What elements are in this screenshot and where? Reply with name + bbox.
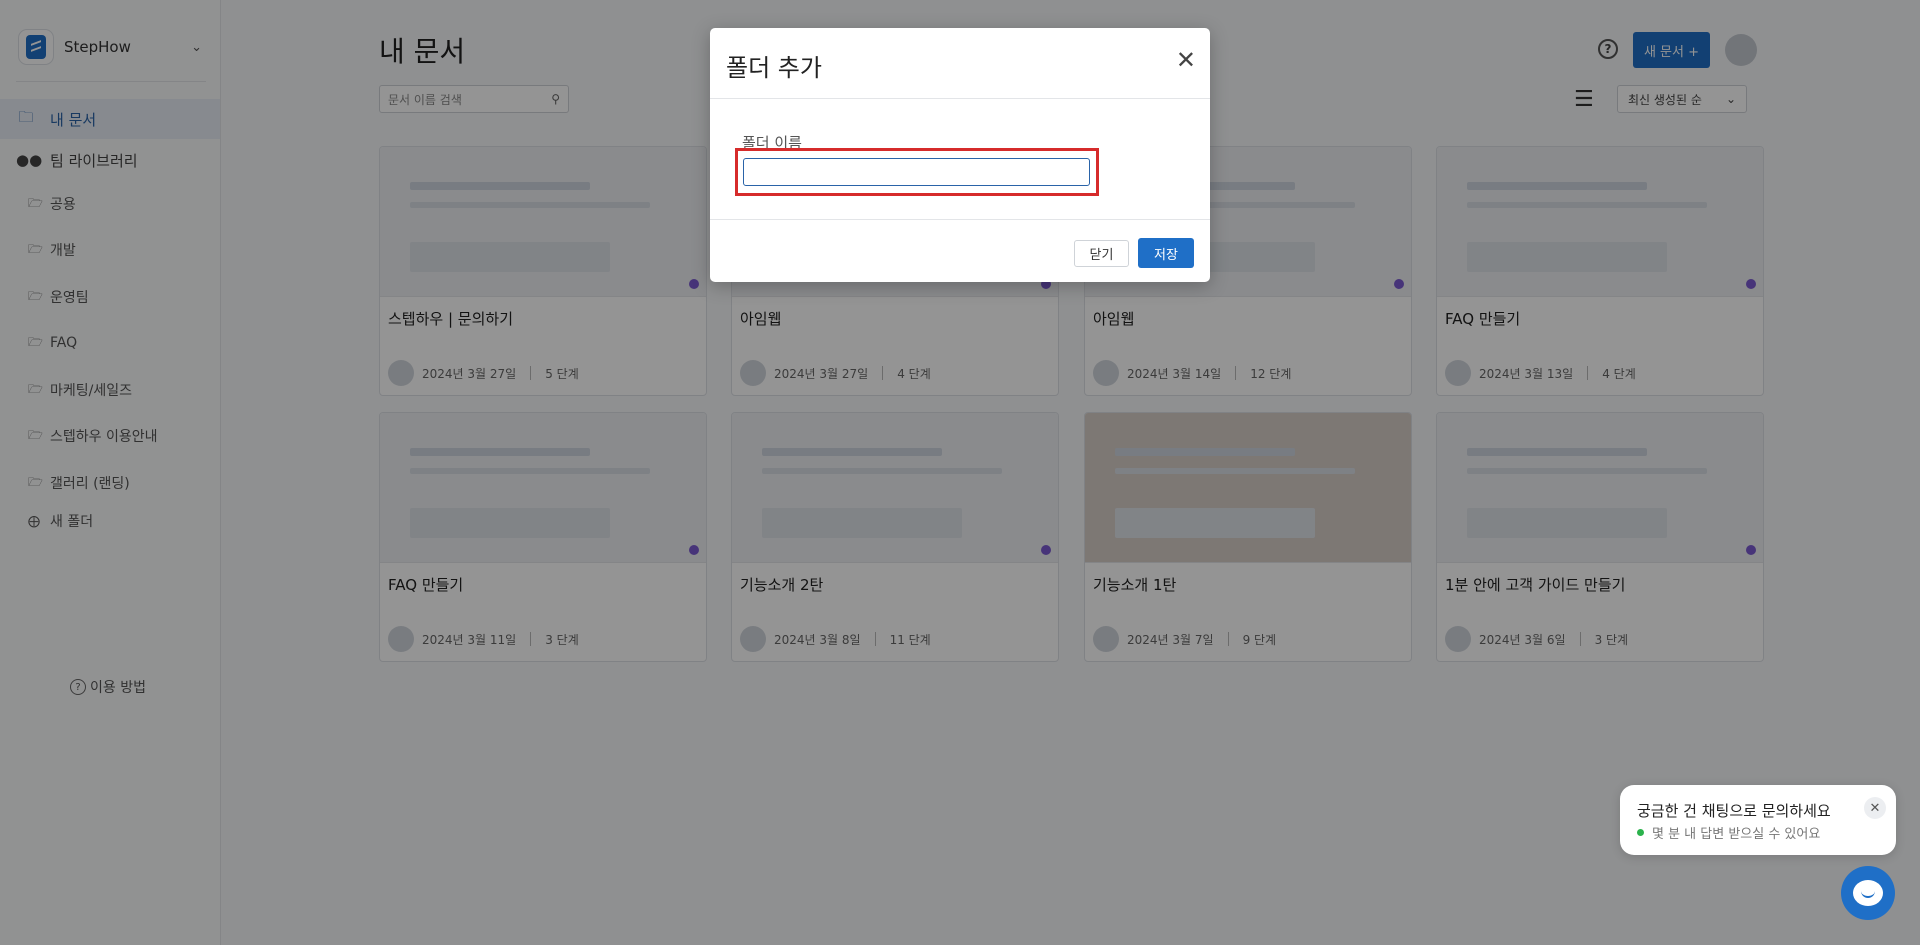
dialog-title: 폴더 추가: [726, 54, 822, 82]
close-icon[interactable]: ✕: [1864, 797, 1886, 819]
chat-subtitle: 몇 분 내 답변 받으실 수 있어요: [1637, 823, 1820, 842]
close-icon[interactable]: ✕: [1176, 48, 1196, 72]
dialog-divider: [710, 98, 1210, 99]
folder-name-input[interactable]: [743, 158, 1090, 186]
add-folder-dialog: 폴더 추가 ✕ 폴더 이름 닫기 저장: [710, 28, 1210, 282]
chat-prompt[interactable]: 궁금한 건 채팅으로 문의하세요 몇 분 내 답변 받으실 수 있어요 ✕: [1620, 785, 1896, 855]
online-dot: [1637, 829, 1644, 836]
chat-subtitle-text: 몇 분 내 답변 받으실 수 있어요: [1652, 827, 1821, 842]
chat-title: 궁금한 건 채팅으로 문의하세요: [1637, 802, 1831, 820]
chat-icon: [1853, 880, 1883, 906]
save-button[interactable]: 저장: [1138, 238, 1194, 268]
dialog-divider: [710, 219, 1210, 220]
chat-launcher-button[interactable]: [1841, 866, 1895, 920]
close-button[interactable]: 닫기: [1074, 240, 1129, 267]
